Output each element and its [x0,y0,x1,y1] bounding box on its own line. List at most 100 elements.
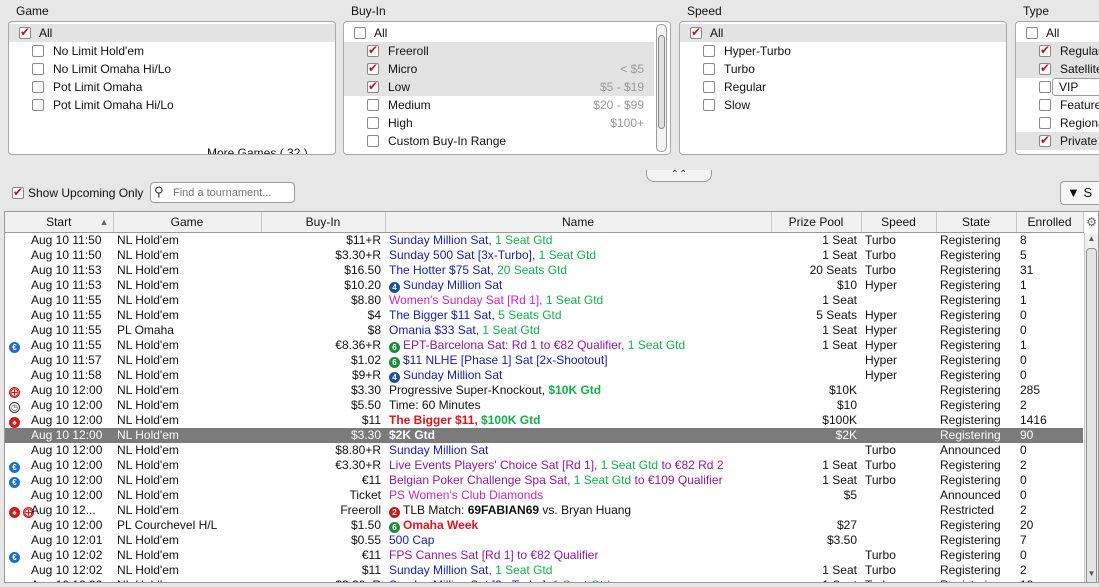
filter-button[interactable]: ▼ S [1060,181,1099,205]
type-filter-item[interactable]: VIP [1016,78,1099,96]
search-input[interactable] [173,185,291,200]
game-filter-item[interactable]: Pot Limit Omaha Hi/Lo [9,96,335,114]
game-filter-item[interactable]: No Limit Omaha Hi/Lo [9,60,335,78]
table-row[interactable]: Aug 10 12:01 NL Hold'em $0.55 500 Cap $3.50 R… [5,533,1083,548]
table-scroll-thumb[interactable] [1086,248,1097,582]
gear-icon[interactable]: ⚙ [1086,215,1097,229]
buyin-filter-item[interactable]: Custom Buy-In Range [344,132,654,150]
game-filter-checkbox[interactable] [32,81,44,93]
type-filter-checkbox[interactable] [1039,133,1051,148]
type-filter-checkbox[interactable] [1039,81,1051,93]
speed-filter-item[interactable]: Hyper-Turbo [680,42,1006,60]
enrolled-cell: 13 [1016,578,1083,583]
game-filter-item[interactable]: All [9,24,335,42]
table-row[interactable]: Aug 10 12:00 NL Hold'em $3.30 $2K Gtd $2K Reg… [5,427,1083,443]
column-header-enrolled[interactable]: Enrolled [1016,212,1084,233]
table-row[interactable]: ♠ Aug 10 12:00 NL Hold'em $11 The Bigger $11… [5,413,1083,428]
table-row[interactable]: Aug 10 11:55 NL Hold'em $4 The Bigger $11 S… [5,308,1083,323]
buyin-filter-item[interactable]: Medium $20 - $99 [344,96,654,114]
game-filter-checkbox[interactable] [32,99,44,111]
buyin-filter-item[interactable]: Micro < $5 [344,60,654,78]
buyin-scroll-thumb[interactable] [658,35,665,129]
scroll-up-icon[interactable]: ▲ [1086,234,1097,246]
type-filter-checkbox[interactable] [1026,27,1038,39]
table-row[interactable]: Aug 10 11:50 NL Hold'em $3.30+R Sunday 500 … [5,248,1083,263]
buyin-filter-item[interactable]: Low $5 - $19 [344,78,654,96]
type-filter-item[interactable]: Featured [1016,96,1099,114]
buyin-cell: $10.20 [344,277,381,292]
buyin-filter-checkbox[interactable] [367,135,379,147]
type-filter-item[interactable]: All [1016,24,1099,42]
table-scrollbar[interactable]: ▲ ▼ [1084,233,1098,582]
table-row[interactable]: Aug 10 12:03NL Hold'em$3.30+RSunday Mill… [5,578,1083,583]
table-row[interactable]: Aug 10 11:57 NL Hold'em $1.02 6 $11 NLHE [Ph… [5,353,1083,368]
search-box[interactable]: ⚲ [150,182,295,203]
table-row[interactable]: Aug 10 11:55 NL Hold'em $8.80 Women's Sunda… [5,293,1083,308]
column-header-name[interactable]: Name [385,212,772,233]
column-header-buy-in[interactable]: Buy-In [261,212,386,233]
buyin-filter-item[interactable]: High $100+ [344,114,654,132]
table-row[interactable]: € Aug 10 11:55 NL Hold'em €8.36+R 6 EPT-Barce… [5,338,1083,353]
game-filter-checkbox[interactable] [32,45,44,57]
game-filter-item[interactable]: Pot Limit Omaha [9,78,335,96]
buyin-filter-item[interactable]: All [344,24,654,42]
type-filter-item[interactable]: Regular [1016,42,1099,60]
table-row[interactable]: Aug 10 11:50 NL Hold'em $11+R Sunday Millio… [5,232,1083,248]
table-row[interactable]: Aug 10 11:55 PL Omaha $8 Omania $33 Sat, 1 … [5,323,1083,338]
game-filter-checkbox[interactable] [32,63,44,75]
start-time: Aug 10 11:55 [31,337,102,352]
table-row[interactable]: Aug 10 12:00 NL Hold'em $8.80+R Sunday Mill… [5,443,1083,458]
column-header-game[interactable]: Game [113,212,262,233]
column-header-prize-pool[interactable]: Prize Pool [771,212,862,233]
buyin-scrollbar[interactable] [656,24,667,152]
buyin-cell: $0.55 [350,532,381,547]
type-filter-checkbox[interactable] [1039,117,1051,129]
buyin-filter-checkbox[interactable] [367,117,379,129]
table-row[interactable]: ♠ ⨁Aug 10 12... NL Hold'em Freeroll 2 TLB Mat… [5,503,1083,518]
type-filter-item[interactable]: Private [1016,132,1099,150]
type-filter-checkbox[interactable] [1039,61,1051,76]
table-row[interactable]: Aug 10 12:00 NL Hold'em Ticket PS Women's C… [5,488,1083,503]
table-row[interactable]: Aug 10 11:53 NL Hold'em $10.20 4 Sunday Mill… [5,278,1083,293]
type-filter-checkbox[interactable] [1039,43,1051,58]
table-row[interactable]: Aug 10 11:58 NL Hold'em $9+R 4 Sunday Millio… [5,368,1083,383]
game-filter-item[interactable]: No Limit Hold'em [9,42,335,60]
speed-cell: Turbo [865,547,896,562]
speed-filter-checkbox[interactable] [703,63,715,75]
buyin-filter-checkbox[interactable] [354,27,366,39]
type-filter-item[interactable]: Regional [1016,114,1099,132]
table-row[interactable]: Aug 10 12:02 NL Hold'em $11 Sunday Million … [5,563,1083,578]
table-row[interactable]: € Aug 10 12:00 NL Hold'em €3.30+R Live Event… [5,458,1083,473]
speed-filter-item[interactable]: Regular [680,78,1006,96]
type-filter-item[interactable]: Satellite [1016,60,1099,78]
game-filter-checkbox[interactable] [19,25,31,40]
speed-filter-item[interactable]: Slow [680,96,1006,114]
column-header-start[interactable]: Start ▲ [5,212,114,233]
table-row[interactable]: € Aug 10 12:02 NL Hold'em €11 FPS Cannes Sat… [5,548,1083,563]
buyin-filter-checkbox[interactable] [367,99,379,111]
buyin-filter-checkbox[interactable] [367,61,379,76]
table-row[interactable]: ◷ Aug 10 12:00 NL Hold'em $5.50 Time: 60 Min… [5,398,1083,413]
speed-filter-checkbox[interactable] [703,45,715,57]
more-games-link[interactable]: More Games ( 32 )... [207,146,318,154]
table-row[interactable]: Aug 10 12:00 PL Courchevel H/L $1.50 6 Omaha… [5,518,1083,533]
column-header-speed[interactable]: Speed [861,212,937,233]
column-header-state[interactable]: State [936,212,1017,233]
buyin-cell: $11+R [346,232,381,247]
speed-filter-checkbox[interactable] [703,99,715,111]
speed-filter-item[interactable]: Turbo [680,60,1006,78]
table-row[interactable]: € Aug 10 12:00 NL Hold'em €11 Belgian Poker … [5,473,1083,488]
buyin-filter-checkbox[interactable] [367,79,379,94]
speed-filter-item[interactable]: All [680,24,1006,42]
type-filter-checkbox[interactable] [1039,99,1051,111]
table-row[interactable]: Aug 10 11:53 NL Hold'em $16.50 The Hotter $… [5,263,1083,278]
buyin-filter-checkbox[interactable] [367,43,379,58]
show-upcoming-checkbox[interactable] [12,185,24,200]
buyin-filter-item[interactable]: Freeroll [344,42,654,60]
table-row[interactable]: ⨁ Aug 10 12:00 NL Hold'em $3.30 Progressive … [5,383,1083,398]
speed-filter-checkbox[interactable] [703,81,715,93]
vip-select[interactable]: VIP [1052,78,1099,96]
scroll-down-icon[interactable]: ▼ [1086,569,1097,581]
name-segment: $2K Gtd [389,427,436,442]
speed-filter-checkbox[interactable] [690,25,702,40]
